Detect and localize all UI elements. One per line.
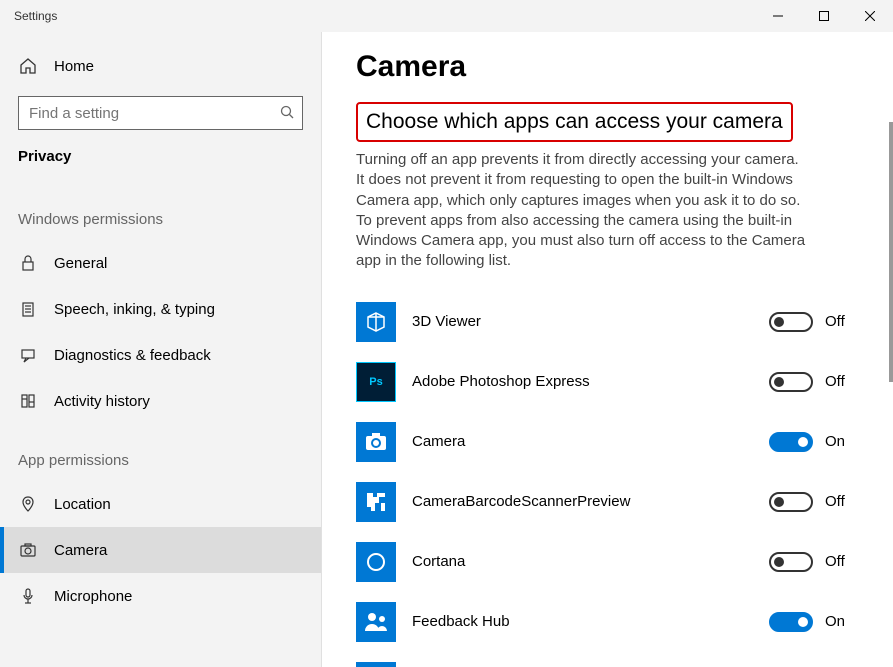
nav-label: General (54, 255, 107, 272)
scrollbar-thumb[interactable] (889, 122, 893, 382)
minimize-button[interactable] (755, 0, 801, 32)
app-row: CameraBarcodeScannerPreview Off (356, 472, 859, 532)
sidebar: Home Privacy Windows permissions General… (0, 32, 322, 667)
feedback-icon (18, 345, 38, 365)
app-row: Feedback Hub On (356, 592, 859, 652)
app-icon (356, 422, 396, 462)
toggle-switch[interactable] (769, 372, 813, 392)
toggle-switch[interactable] (769, 552, 813, 572)
app-name: Cortana (412, 553, 753, 570)
app-icon: Ps (356, 362, 396, 402)
home-button[interactable]: Home (0, 44, 321, 88)
app-name: CameraBarcodeScannerPreview (412, 493, 753, 510)
toggle-switch[interactable] (769, 432, 813, 452)
nav-label: Speech, inking, & typing (54, 301, 215, 318)
app-name: Adobe Photoshop Express (412, 373, 753, 390)
app-icon (356, 662, 396, 667)
sidebar-item-activity[interactable]: Activity history (0, 378, 321, 424)
content-area: Home Privacy Windows permissions General… (0, 32, 893, 667)
group-windows-permissions: Windows permissions (0, 183, 321, 240)
main-panel: Camera Choose which apps can access your… (322, 32, 893, 667)
clipboard-icon (18, 299, 38, 319)
window-controls (755, 0, 893, 32)
camera-icon (18, 540, 38, 560)
app-row: Ps Adobe Photoshop Express Off (356, 352, 859, 412)
group-app-permissions: App permissions (0, 424, 321, 481)
app-name: Feedback Hub (412, 613, 753, 630)
lock-icon (18, 253, 38, 273)
nav-label: Activity history (54, 393, 150, 410)
toggle-state-label: On (825, 433, 845, 450)
home-label: Home (54, 58, 94, 75)
toggle-state-label: Off (825, 493, 845, 510)
nav-label: Camera (54, 542, 107, 559)
search-input[interactable] (18, 96, 303, 130)
toggle-group: Off (769, 372, 859, 392)
toggle-switch[interactable] (769, 312, 813, 332)
search-field[interactable] (29, 105, 280, 122)
section-description: Turning off an app prevents it from dire… (356, 150, 811, 272)
toggle-group: On (769, 612, 859, 632)
search-icon (280, 105, 294, 122)
nav-label: Diagnostics & feedback (54, 347, 211, 364)
app-row: HP SmartOn (356, 652, 859, 667)
window-title: Settings (14, 9, 57, 23)
sidebar-item-location[interactable]: Location (0, 481, 321, 527)
toggle-group: Off (769, 312, 859, 332)
microphone-icon (18, 586, 38, 606)
history-icon (18, 391, 38, 411)
sidebar-item-diagnostics[interactable]: Diagnostics & feedback (0, 332, 321, 378)
app-row: Cortana Off (356, 532, 859, 592)
app-row: 3D Viewer Off (356, 292, 859, 352)
nav-label: Location (54, 496, 111, 513)
toggle-group: Off (769, 552, 859, 572)
toggle-state-label: On (825, 613, 845, 630)
toggle-state-label: Off (825, 373, 845, 390)
location-icon (18, 494, 38, 514)
title-bar: Settings (0, 0, 893, 32)
toggle-group: On (769, 432, 859, 452)
app-name: 3D Viewer (412, 313, 753, 330)
app-name: Camera (412, 433, 753, 450)
home-icon (18, 56, 38, 76)
maximize-button[interactable] (801, 0, 847, 32)
toggle-switch[interactable] (769, 612, 813, 632)
section-heading: Choose which apps can access your camera (356, 102, 793, 142)
app-permission-list: 3D Viewer Off Ps Adobe Photoshop Express Off… (356, 292, 859, 667)
toggle-state-label: Off (825, 313, 845, 330)
app-row: Camera On (356, 412, 859, 472)
toggle-group: Off (769, 492, 859, 512)
category-title: Privacy (0, 142, 321, 183)
app-icon (356, 542, 396, 582)
sidebar-item-camera[interactable]: Camera (0, 527, 321, 573)
close-button[interactable] (847, 0, 893, 32)
page-title: Camera (356, 50, 859, 84)
app-icon (356, 302, 396, 342)
toggle-state-label: Off (825, 553, 845, 570)
sidebar-item-general[interactable]: General (0, 240, 321, 286)
nav-label: Microphone (54, 588, 132, 605)
sidebar-item-microphone[interactable]: Microphone (0, 573, 321, 619)
app-icon (356, 482, 396, 522)
sidebar-item-speech[interactable]: Speech, inking, & typing (0, 286, 321, 332)
app-icon (356, 602, 396, 642)
toggle-switch[interactable] (769, 492, 813, 512)
